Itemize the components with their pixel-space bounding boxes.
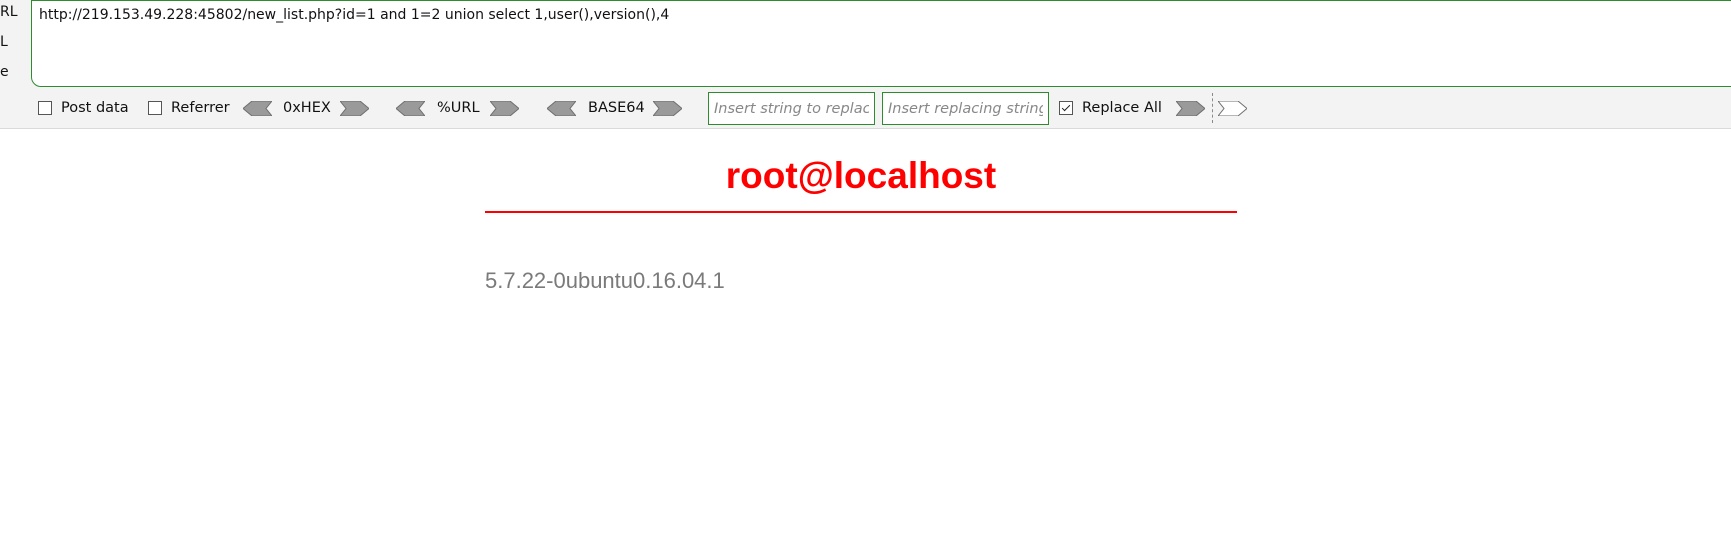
url-encode-arrow-icon[interactable] [490, 101, 519, 116]
hex-encode-arrow-icon[interactable] [340, 101, 369, 116]
side-label-url: RL [0, 4, 18, 20]
replace-all-label: Replace All [1082, 100, 1162, 116]
replace-forward-arrow-icon[interactable] [1176, 101, 1205, 116]
hex-label: 0xHEX [283, 100, 331, 116]
base64-decode-arrow-icon[interactable] [547, 101, 576, 116]
url-input[interactable]: http://219.153.49.228:45802/new_list.php… [31, 0, 1731, 87]
referrer-label: Referrer [171, 100, 230, 116]
base64-encode-arrow-icon[interactable] [653, 101, 682, 116]
base64-label: BASE64 [588, 100, 645, 116]
hackbar-toolbar: Post data Referrer 0xHEX %URL BASE64 Ins… [0, 91, 1731, 127]
result-version-text: 5.7.22-0ubuntu0.16.04.1 [485, 268, 725, 293]
post-data-label: Post data [61, 100, 129, 116]
side-label-3: e [0, 64, 9, 80]
toolbar-separator [1212, 93, 1213, 123]
heading-divider [485, 211, 1237, 213]
replace-string-input[interactable] [883, 93, 1048, 124]
replace-string-field[interactable] [882, 92, 1049, 125]
find-string-input[interactable] [709, 93, 874, 124]
result-user-heading: root@localhost [725, 155, 997, 196]
url-encoder-label: %URL [437, 100, 480, 116]
url-decode-arrow-icon[interactable] [396, 101, 425, 116]
find-string-field[interactable] [708, 92, 875, 125]
replace-next-arrow-icon[interactable] [1218, 101, 1247, 116]
referrer-checkbox[interactable] [148, 101, 162, 115]
hex-decode-arrow-icon[interactable] [243, 101, 272, 116]
side-label-2: L [0, 34, 8, 50]
post-data-checkbox[interactable] [38, 101, 52, 115]
replace-all-checkbox[interactable] [1059, 101, 1073, 115]
hackbar-panel: RL L e http://219.153.49.228:45802/new_l… [0, 0, 1731, 129]
